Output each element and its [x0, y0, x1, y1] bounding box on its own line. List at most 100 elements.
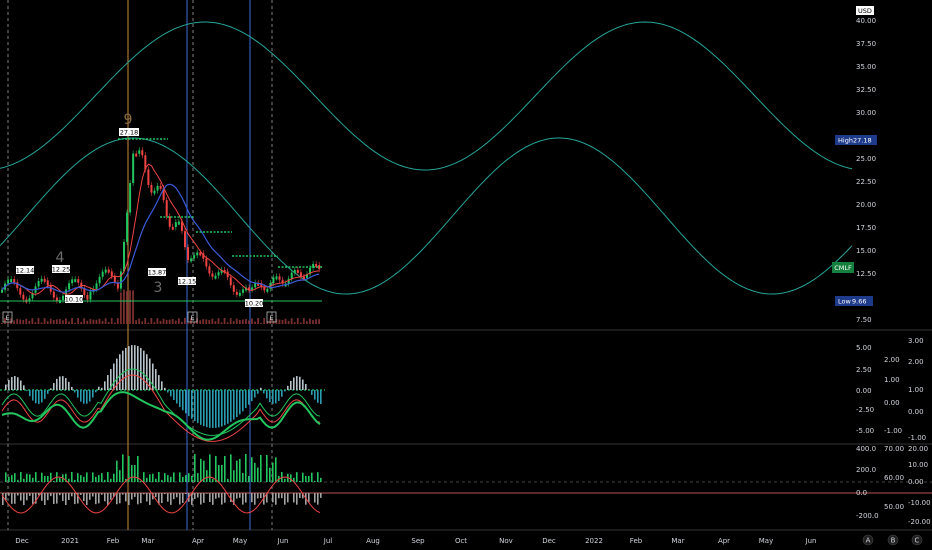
osc-neg-bar	[314, 493, 316, 503]
osc-bar	[191, 475, 193, 482]
osc-bar	[11, 475, 13, 482]
osc-bar	[71, 472, 73, 482]
macd-histogram-bar	[203, 390, 205, 427]
volume-bar	[220, 322, 223, 324]
volume-bar	[290, 318, 293, 324]
candle-body	[7, 279, 10, 284]
time-axis-label: Dec	[15, 537, 29, 545]
macd-histogram-bar	[38, 390, 40, 404]
macd-histogram-bar	[50, 388, 52, 390]
macd-histogram-bar	[188, 390, 190, 417]
osc-bar	[83, 476, 85, 482]
volume-bar	[138, 318, 141, 324]
candle-body	[107, 269, 110, 273]
volume-bar	[299, 322, 302, 324]
osc-bar	[239, 458, 241, 482]
osc-neg-bar	[320, 493, 322, 498]
macd-histogram-bar	[179, 390, 181, 407]
osc-neg-bar	[71, 493, 73, 497]
osc-bar	[26, 473, 28, 482]
macd-histogram-bar	[185, 390, 187, 414]
macd-histogram-bar	[59, 376, 61, 390]
osc-neg-bar	[275, 493, 277, 505]
osc-left-tick: 200.0	[856, 466, 876, 474]
osc-axes[interactable]: 400.0 200.0 0.0 -200.0 70.00 60.00 50.00…	[856, 445, 931, 526]
osc-neg-bar	[59, 493, 61, 496]
stock-chart[interactable]: 12.14 12.25 10.10 27.18 13.87 12.15 10.2…	[0, 0, 932, 550]
macd-histogram-bar	[104, 381, 106, 390]
candle-body	[132, 153, 135, 184]
macd-series	[1, 345, 322, 442]
macd-histogram-bar	[230, 390, 232, 422]
osc-left-tick: 0.0	[856, 489, 867, 497]
macd-histogram-bar	[35, 390, 37, 404]
time-axis-label: Nov	[499, 537, 513, 545]
macd-histogram-bar	[164, 387, 166, 390]
osc-bar	[41, 472, 43, 482]
volume-bar	[214, 321, 217, 324]
candle-body	[141, 150, 144, 156]
osc-neg-bar	[104, 493, 106, 502]
macd-histogram-bar	[317, 390, 319, 403]
scale-buttons[interactable]: A B C	[862, 534, 923, 546]
osc-neg-bar	[41, 493, 43, 501]
time-axis-label: Jun	[277, 537, 289, 545]
macd-axes[interactable]: 5.00 2.50 0.00 -2.50 -5.00 2.00 1.00 0.0…	[856, 337, 926, 442]
macd-histogram-bar	[122, 350, 124, 390]
time-axis-label: Mar	[141, 537, 154, 545]
osc-neg-bar	[50, 493, 52, 497]
volume-bar	[52, 320, 55, 324]
macd-histogram-bar	[134, 345, 136, 390]
volume-bar	[306, 321, 308, 324]
osc-neg-bar	[287, 493, 289, 503]
currency-label: USD	[858, 7, 872, 15]
volume-bar	[141, 321, 144, 324]
volume-bar	[293, 322, 296, 324]
osc-neg-bar	[167, 493, 169, 502]
macd-histogram-bar	[158, 375, 160, 390]
osc-neg-bar	[317, 493, 319, 505]
macd-histogram-bar	[62, 376, 64, 390]
volume-bar	[318, 319, 320, 324]
time-axis-label: Dec	[542, 537, 556, 545]
volume-bar	[312, 320, 314, 324]
macd-histogram-bar	[215, 390, 217, 428]
osc-neg-bar	[92, 493, 94, 497]
osc-neg-bar	[173, 493, 175, 500]
volume-bar	[162, 318, 165, 324]
osc-neg-bar	[197, 493, 199, 498]
osc-bar	[221, 465, 223, 482]
osc-bar	[182, 476, 184, 482]
macd-histogram-bar	[107, 375, 109, 390]
volume-bar	[180, 321, 183, 324]
time-axis[interactable]: Dec 2021 Feb Mar Apr May Jun Jul Aug Sep Oct Nov Dec…	[15, 537, 816, 545]
macd-histogram-bar	[173, 390, 175, 400]
macd-histogram-bar	[71, 386, 73, 390]
macd-mid-tick: 2.00	[884, 356, 900, 364]
volume-bar	[62, 320, 64, 324]
price-tick: 40.00	[856, 17, 876, 25]
osc-neg-bar	[215, 493, 217, 499]
macd-histogram-bar	[212, 390, 214, 428]
macd-histogram-bar	[47, 390, 49, 394]
volume-bar	[168, 319, 171, 324]
volume-bar	[80, 321, 83, 324]
osc-bar	[20, 472, 22, 482]
macd-histogram-bar	[269, 390, 271, 403]
osc-bar	[152, 473, 154, 482]
osc-neg-bar	[89, 493, 91, 500]
time-axis-label: Feb	[630, 537, 643, 545]
osc-bar	[254, 462, 256, 482]
time-axis-label: Mar	[671, 537, 684, 545]
osc-bar	[197, 473, 199, 482]
candle-body	[74, 279, 77, 283]
osc-bar	[212, 479, 214, 482]
volume-bar	[202, 319, 205, 324]
time-axis-label: Apr	[718, 537, 730, 545]
volume-bar	[116, 318, 119, 324]
macd-histogram-bar	[254, 390, 256, 398]
candle-body	[214, 275, 217, 279]
macd-histogram-bar	[101, 387, 103, 390]
macd-histogram-bar	[29, 390, 31, 397]
macd-histogram-bar	[26, 390, 28, 391]
